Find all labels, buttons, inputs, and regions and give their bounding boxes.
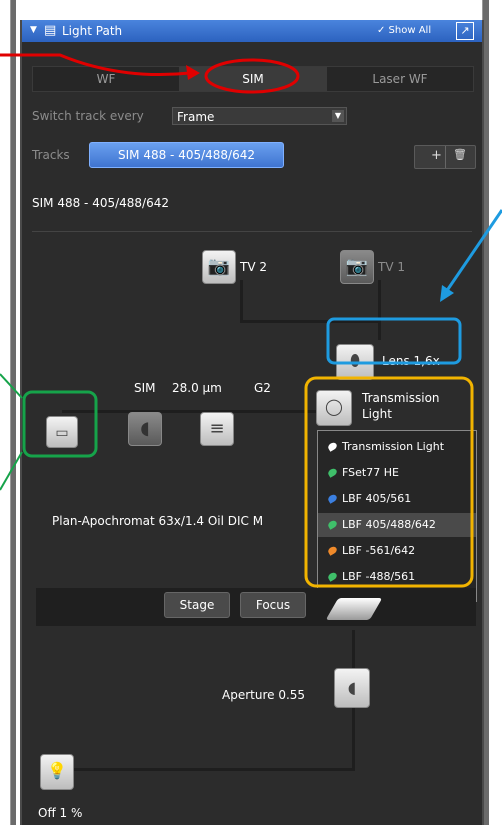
green-box: [22, 390, 98, 458]
green-line: [0, 451, 23, 491]
red-ellipse: [204, 58, 300, 94]
annotation-overlay: [0, 53, 502, 588]
green-line: [0, 373, 23, 399]
blue-arrow: [444, 209, 502, 293]
blue-arrow-head: [440, 285, 454, 302]
red-arrow: [0, 53, 191, 76]
red-arrow-head: [186, 65, 200, 80]
blue-box: [326, 317, 462, 365]
yellow-box: [304, 376, 474, 588]
